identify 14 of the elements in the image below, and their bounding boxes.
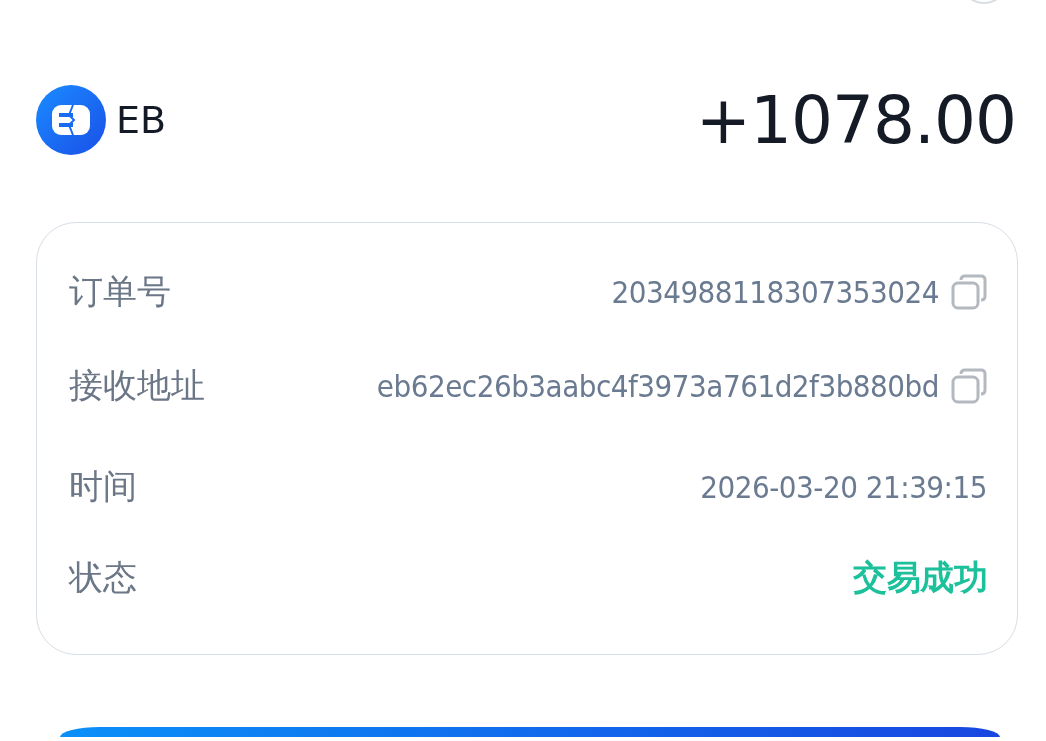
amount: +1078.00 [695, 81, 1016, 159]
coin-symbol: EB [116, 98, 167, 142]
detail-label: 状态 [69, 556, 137, 600]
detail-value: eb62ec26b3aabc4f3973a761d2f3b880bd [376, 367, 939, 404]
copy-icon[interactable] [951, 273, 987, 310]
status-value: 交易成功 [853, 556, 987, 600]
coin-logo-icon [36, 85, 106, 155]
detail-value: 2026-03-20 21:39:15 [700, 468, 987, 505]
detail-label: 接收地址 [69, 363, 205, 407]
copy-icon[interactable] [951, 367, 987, 404]
action-button[interactable] [60, 727, 1000, 737]
detail-label: 时间 [69, 464, 137, 508]
detail-value: 2034988118307353024 [611, 273, 939, 310]
detail-label: 订单号 [69, 269, 171, 313]
